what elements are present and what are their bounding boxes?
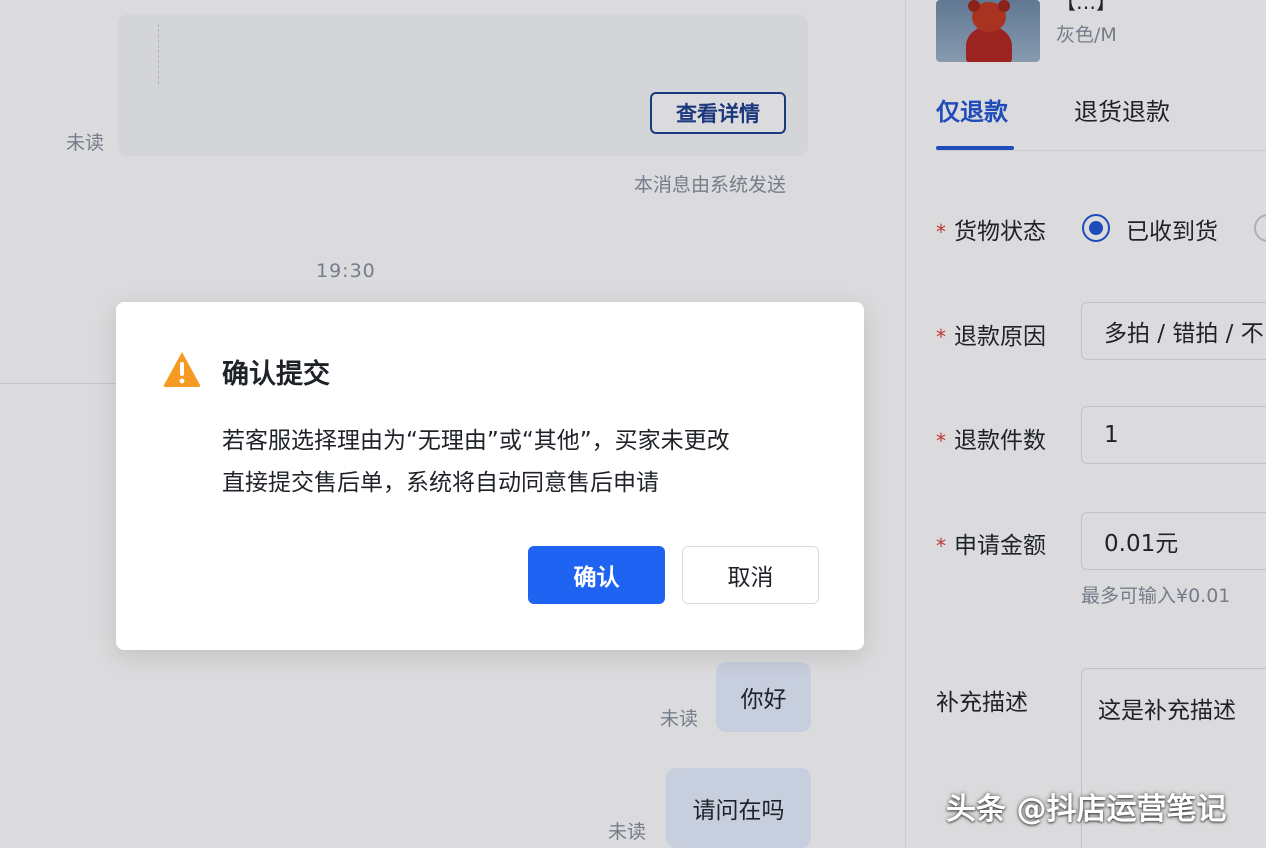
cancel-button[interactable]: 取消 — [682, 546, 819, 604]
confirm-submit-dialog: 确认提交 若客服选择理由为“无理由”或“其他”，买家未更改 直接提交售后单，系统… — [116, 302, 864, 650]
dialog-message-line: 直接提交售后单，系统将自动同意售后申请 — [222, 470, 659, 496]
warning-triangle-icon — [163, 352, 201, 387]
dialog-message-line: 若客服选择理由为“无理由”或“其他”，买家未更改 — [222, 428, 730, 454]
watermark: 头条 @抖店运营笔记 — [946, 792, 1227, 827]
dialog-message: 若客服选择理由为“无理由”或“其他”，买家未更改 直接提交售后单，系统将自动同意… — [222, 420, 822, 504]
confirm-button[interactable]: 确认 — [528, 546, 665, 604]
dialog-title: 确认提交 — [222, 359, 330, 390]
